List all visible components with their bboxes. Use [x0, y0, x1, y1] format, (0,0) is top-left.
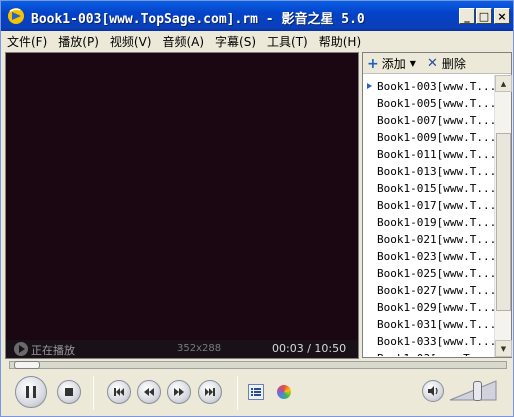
menu-help[interactable]: 帮助(H)	[319, 33, 361, 50]
window-title: Book1-003[www.TopSage.com].rm - 影音之星 5.0	[31, 12, 365, 27]
control-separator	[237, 376, 238, 410]
playlist-item[interactable]: Book1-015[www.T...	[363, 180, 495, 197]
app-logo-icon	[8, 8, 24, 24]
playlist-item[interactable]: Book1-0?[www.T...	[363, 350, 495, 356]
playlist-item-label: Book1-027[www.T...	[377, 284, 495, 297]
skip-next-icon	[205, 388, 215, 396]
menu-file[interactable]: 文件(F)	[7, 33, 47, 50]
minimize-button[interactable]: _	[459, 8, 475, 24]
playlist-item-label: Book1-033[www.T...	[377, 335, 495, 348]
video-status-bar: 正在播放 352x288 00:03 / 10:50	[6, 340, 358, 358]
menu-play[interactable]: 播放(P)	[58, 33, 99, 50]
maximize-button[interactable]: □	[476, 8, 492, 24]
playlist-item[interactable]: Book1-021[www.T...	[363, 231, 495, 248]
color-wheel-icon[interactable]	[277, 385, 291, 399]
plus-icon: +	[367, 55, 379, 72]
playlist-item[interactable]: Book1-007[www.T...	[363, 112, 495, 129]
playlist-item[interactable]: Book1-005[www.T...	[363, 95, 495, 112]
playlist-item-label: Book1-005[www.T...	[377, 97, 495, 110]
playlist-item[interactable]: Book1-025[www.T...	[363, 265, 495, 282]
playlist-item-label: Book1-007[www.T...	[377, 114, 495, 127]
skip-previous-icon	[114, 388, 124, 396]
volume-icon	[428, 386, 438, 396]
time-display: 00:03 / 10:50	[272, 342, 347, 355]
fast-forward-icon	[174, 388, 184, 396]
playlist-item[interactable]: Book1-023[www.T...	[363, 248, 495, 265]
playlist-item-label: Book1-021[www.T...	[377, 233, 495, 246]
playlist-item-label: Book1-025[www.T...	[377, 267, 495, 280]
playlist-item-label: Book1-015[www.T...	[377, 182, 495, 195]
stop-button[interactable]	[57, 380, 81, 404]
scroll-down-icon[interactable]: ▼	[495, 340, 512, 357]
playlist-item[interactable]: Book1-003[www.T...	[363, 78, 495, 95]
playlist-item[interactable]: Book1-029[www.T...	[363, 299, 495, 316]
playlist-item[interactable]: Book1-019[www.T...	[363, 214, 495, 231]
rewind-icon	[144, 388, 154, 396]
pause-icon	[26, 386, 36, 398]
seek-bar[interactable]	[9, 361, 507, 369]
menu-subtitle[interactable]: 字幕(S)	[215, 33, 256, 50]
menu-tools[interactable]: 工具(T)	[267, 33, 308, 50]
video-resolution: 352x288	[177, 343, 222, 354]
playlist-item[interactable]: Book1-027[www.T...	[363, 282, 495, 299]
playlist-item-label: Book1-019[www.T...	[377, 216, 495, 229]
playlist-item[interactable]: Book1-009[www.T...	[363, 129, 495, 146]
rewind-button[interactable]	[137, 380, 161, 404]
add-label: 添加	[381, 57, 406, 71]
video-area[interactable]: 正在播放 352x288 00:03 / 10:50	[5, 52, 359, 359]
seek-thumb[interactable]	[14, 361, 41, 369]
playlist-item[interactable]: Book1-017[www.T...	[363, 197, 495, 214]
playback-status: 正在播放	[31, 344, 75, 357]
playlist-item-label: Book1-013[www.T...	[377, 165, 495, 178]
delete-icon: ✕	[427, 56, 438, 71]
fast-forward-button[interactable]	[167, 380, 191, 404]
play-status-icon	[14, 342, 28, 356]
playlist-item-label: Book1-031[www.T...	[377, 318, 495, 331]
close-button[interactable]: ×	[494, 8, 510, 24]
playlist-item[interactable]: Book1-033[www.T...	[363, 333, 495, 350]
playlist-list: Book1-003[www.T... Book1-005[www.T... Book…	[363, 78, 495, 356]
playlist-item-label: Book1-003[www.T...	[377, 80, 495, 93]
next-button[interactable]	[198, 380, 222, 404]
menu-video[interactable]: 视频(V)	[110, 33, 152, 50]
playlist-item[interactable]: Book1-011[www.T...	[363, 146, 495, 163]
playlist-item-label: Book1-0?[www.T...	[377, 352, 490, 356]
volume-button[interactable]	[422, 380, 444, 402]
menu-audio[interactable]: 音频(A)	[162, 33, 204, 50]
pause-button[interactable]	[15, 376, 47, 408]
current-item-arrow-icon	[367, 83, 372, 89]
scroll-thumb[interactable]	[496, 133, 511, 311]
playlist-item-label: Book1-017[www.T...	[377, 199, 495, 212]
playlist-item-label: Book1-029[www.T...	[377, 301, 495, 314]
playlist-item[interactable]: Book1-013[www.T...	[363, 163, 495, 180]
add-button[interactable]: + 添加 ▼	[367, 55, 416, 72]
delete-label: 删除	[441, 57, 466, 71]
stop-icon	[65, 388, 73, 396]
control-bar	[1, 372, 513, 416]
control-separator	[93, 376, 94, 410]
scroll-up-icon[interactable]: ▲	[495, 75, 512, 92]
menu-bar: 文件(F) 播放(P) 视频(V) 音频(A) 字幕(S) 工具(T) 帮助(H…	[1, 31, 513, 51]
volume-thumb[interactable]	[473, 381, 482, 401]
playlist-panel: + 添加 ▼ ✕ 删除 Book1-003[www.T... Book1-005[…	[362, 52, 512, 358]
playlist-item-label: Book1-023[www.T...	[377, 250, 495, 263]
dropdown-arrow-icon[interactable]: ▼	[410, 59, 416, 68]
title-bar[interactable]: Book1-003[www.TopSage.com].rm - 影音之星 5.0…	[1, 1, 513, 31]
playlist-item[interactable]: Book1-031[www.T...	[363, 316, 495, 333]
playlist-toolbar: + 添加 ▼ ✕ 删除	[363, 53, 511, 74]
previous-button[interactable]	[107, 380, 131, 404]
playlist-item-label: Book1-011[www.T...	[377, 148, 495, 161]
player-window: Book1-003[www.TopSage.com].rm - 影音之星 5.0…	[0, 0, 514, 417]
playlist-scrollbar[interactable]: ▲ ▼	[494, 75, 512, 357]
playlist-icon[interactable]	[248, 384, 264, 400]
delete-button[interactable]: ✕ 删除	[427, 55, 466, 72]
playlist-item-label: Book1-009[www.T...	[377, 131, 495, 144]
